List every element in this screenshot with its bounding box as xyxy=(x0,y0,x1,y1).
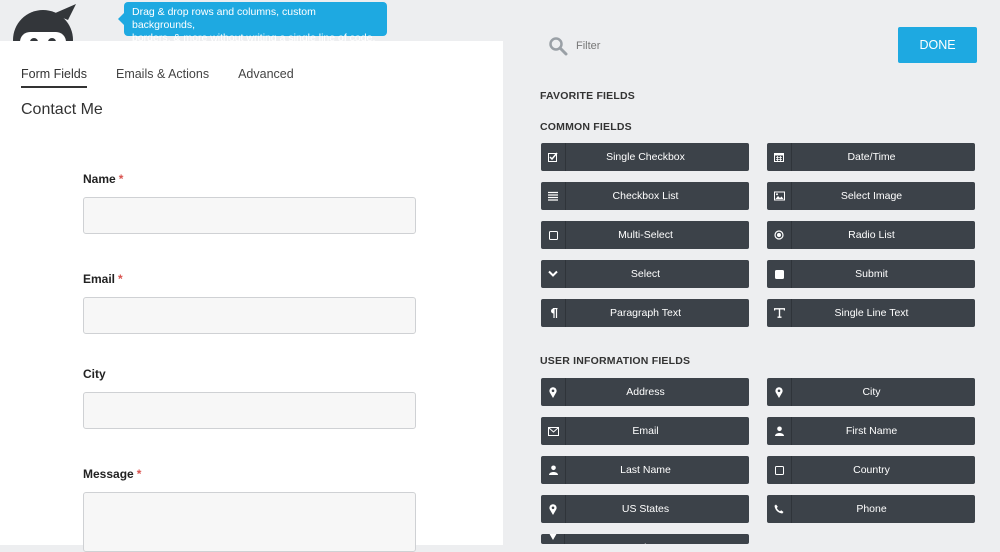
tooltip-line-1: Drag & drop rows and columns, custom bac… xyxy=(132,6,316,31)
tab-bar: Form Fields Emails & Actions Advanced xyxy=(21,67,294,88)
required-marker: * xyxy=(118,172,124,186)
field-button-select-image[interactable]: Select Image xyxy=(767,182,975,210)
text-icon xyxy=(767,299,792,327)
user-icon xyxy=(541,456,566,484)
field-button-submit[interactable]: Submit xyxy=(767,260,975,288)
envelope-icon xyxy=(541,417,566,445)
field-button-label: City xyxy=(862,386,881,398)
field-button-radio-list[interactable]: Radio List xyxy=(767,221,975,249)
map-pin-icon xyxy=(767,378,792,406)
form-field-email[interactable]: Email * xyxy=(83,272,416,334)
tab-advanced[interactable]: Advanced xyxy=(238,67,294,88)
field-button-label: Select Image xyxy=(840,190,903,202)
field-button-select[interactable]: Select xyxy=(541,260,749,288)
field-button-label: Zip xyxy=(565,534,749,544)
common-fields-heading: COMMON FIELDS xyxy=(540,121,632,133)
email-input[interactable] xyxy=(83,297,416,334)
field-label: Email xyxy=(83,272,116,286)
phone-icon xyxy=(767,495,792,523)
field-button-multi-select[interactable]: Multi-Select xyxy=(541,221,749,249)
filter-input[interactable] xyxy=(576,40,776,52)
field-button-label: Last Name xyxy=(620,464,671,476)
field-button-label: Checkbox List xyxy=(612,190,679,202)
filter-box[interactable] xyxy=(548,36,776,56)
list-icon xyxy=(541,182,566,210)
field-button-us-states[interactable]: US States xyxy=(541,495,749,523)
field-button-label: US States xyxy=(621,503,670,515)
field-label: Message xyxy=(83,467,134,481)
common-fields-grid: Single Checkbox Date/Time Checkbox List … xyxy=(541,143,975,327)
form-field-city[interactable]: City xyxy=(83,367,416,429)
map-pin-icon xyxy=(541,534,565,544)
square-filled-icon xyxy=(767,260,792,288)
message-textarea[interactable] xyxy=(83,492,416,552)
form-field-message[interactable]: Message * xyxy=(83,467,416,552)
chevron-down-icon xyxy=(541,260,566,288)
form-title: Contact Me xyxy=(21,101,103,118)
field-button-label: Address xyxy=(626,386,665,398)
top-bar: Drag & drop rows and columns, custom bac… xyxy=(0,0,503,62)
field-button-last-name[interactable]: Last Name xyxy=(541,456,749,484)
city-input[interactable] xyxy=(83,392,416,429)
tab-emails-actions[interactable]: Emails & Actions xyxy=(116,67,209,88)
field-label: City xyxy=(83,367,106,381)
field-button-phone[interactable]: Phone xyxy=(767,495,975,523)
tooltip: Drag & drop rows and columns, custom bac… xyxy=(118,2,387,44)
field-button-label: Single Checkbox xyxy=(606,151,685,163)
required-marker: * xyxy=(118,272,123,286)
square-outline-icon xyxy=(541,221,566,249)
field-button-label: Single Line Text xyxy=(834,307,909,319)
field-button-label: Email xyxy=(632,425,659,437)
field-button-single-checkbox[interactable]: Single Checkbox xyxy=(541,143,749,171)
checkbox-checked-icon xyxy=(541,143,566,171)
search-icon xyxy=(549,37,568,56)
field-button-label: Phone xyxy=(856,503,887,515)
form-builder-panel: Form Fields Emails & Actions Advanced Co… xyxy=(0,41,503,552)
field-button-label: Paragraph Text xyxy=(609,307,682,319)
field-button-single-line-text[interactable]: Single Line Text xyxy=(767,299,975,327)
field-button-label: Multi-Select xyxy=(618,229,673,241)
calendar-icon xyxy=(767,143,792,171)
field-button-city[interactable]: City xyxy=(767,378,975,406)
field-button-address[interactable]: Address xyxy=(541,378,749,406)
square-outline-icon xyxy=(767,456,792,484)
field-button-label: Country xyxy=(853,464,890,476)
field-button-date-time[interactable]: Date/Time xyxy=(767,143,975,171)
field-button-checkbox-list[interactable]: Checkbox List xyxy=(541,182,749,210)
field-button-label: Date/Time xyxy=(847,151,896,163)
name-input[interactable] xyxy=(83,197,416,234)
field-button-label: Submit xyxy=(855,268,888,280)
field-button-first-name[interactable]: First Name xyxy=(767,417,975,445)
field-label: Name xyxy=(83,172,116,186)
field-button-country[interactable]: Country xyxy=(767,456,975,484)
form-field-name[interactable]: Name * xyxy=(83,172,416,234)
image-icon xyxy=(767,182,792,210)
field-button-label: Select xyxy=(630,268,661,280)
field-button-label: Radio List xyxy=(848,229,895,241)
paragraph-icon xyxy=(541,299,566,327)
user-icon xyxy=(767,417,792,445)
field-button-email[interactable]: Email xyxy=(541,417,749,445)
field-button-zip[interactable]: Zip xyxy=(541,534,749,544)
favorite-fields-heading: FAVORITE FIELDS xyxy=(540,90,635,102)
map-pin-icon xyxy=(541,495,566,523)
field-button-paragraph-text[interactable]: Paragraph Text xyxy=(541,299,749,327)
user-info-fields-grid: Address City Email First Name Last Name … xyxy=(541,378,975,544)
radio-icon xyxy=(767,221,792,249)
field-button-label: First Name xyxy=(845,425,898,437)
tab-form-fields[interactable]: Form Fields xyxy=(21,67,87,88)
user-info-fields-heading: USER INFORMATION FIELDS xyxy=(540,355,691,367)
map-pin-icon xyxy=(541,378,566,406)
done-button[interactable]: DONE xyxy=(898,27,977,63)
required-marker: * xyxy=(136,467,142,481)
